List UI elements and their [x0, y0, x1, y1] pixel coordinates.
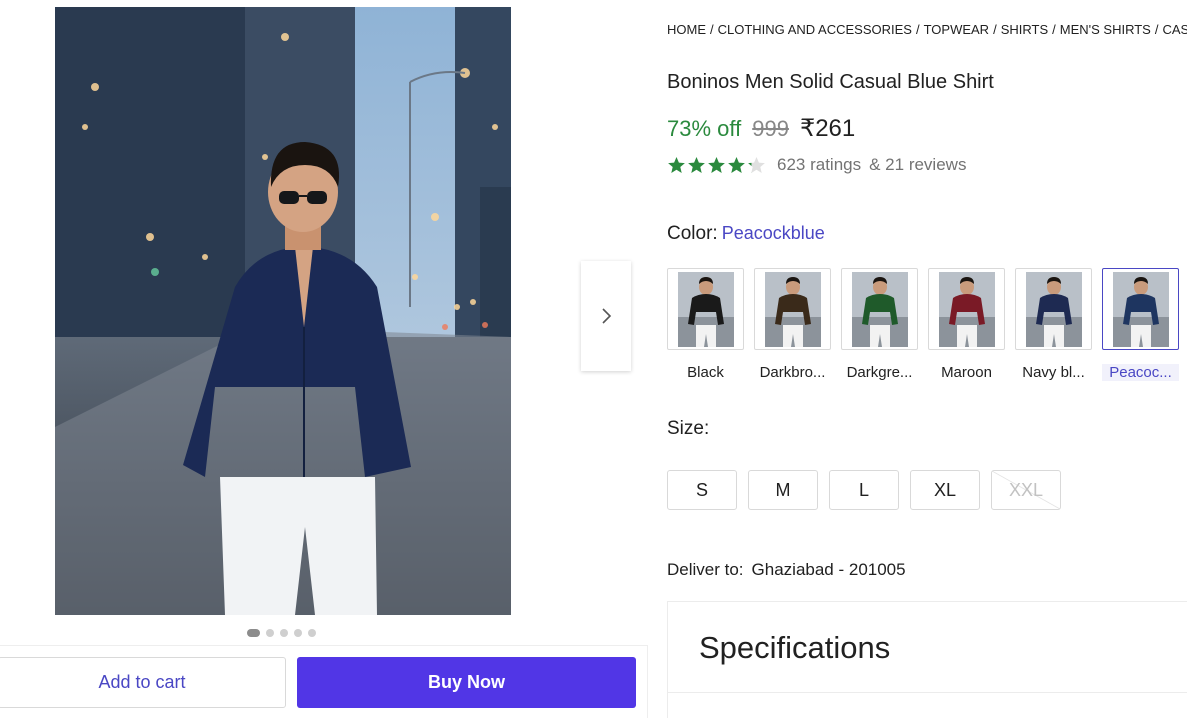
- breadcrumb-separator: /: [915, 22, 920, 37]
- gallery-dot[interactable]: [308, 629, 316, 637]
- gallery-dot[interactable]: [247, 629, 260, 637]
- breadcrumb: HOME / CLOTHING AND ACCESSORIES / TOPWEAR / SH…: [667, 22, 1187, 37]
- discount-percent: 73% off: [667, 116, 742, 141]
- reviews-count: & 21 reviews: [869, 155, 967, 174]
- breadcrumb-item-clothing[interactable]: CLOTHING AND ACCESSORIES: [718, 22, 912, 37]
- product-details: HOME / CLOTHING AND ACCESSORIES / TOPWEAR / SH…: [667, 0, 1187, 718]
- size-option-xxl: XXL: [991, 470, 1061, 510]
- star-icon: [748, 157, 765, 173]
- selected-color-value: Peacockblue: [721, 223, 825, 243]
- breadcrumb-separator: /: [710, 22, 714, 37]
- star-icon: [688, 157, 705, 173]
- breadcrumb-item-topwear[interactable]: TOPWEAR: [924, 22, 990, 37]
- swatch-label: Navy bl...: [1022, 364, 1085, 381]
- color-swatch-darkgreen[interactable]: Darkgre...: [841, 268, 918, 381]
- swatch-thumbnail: [841, 268, 918, 350]
- swatch-thumbnail: [1015, 268, 1092, 350]
- swatch-thumbnail: [667, 268, 744, 350]
- breadcrumb-item-mens-shirts[interactable]: MEN'S SHIRTS: [1060, 22, 1151, 37]
- price-row: 73% off 999 ₹261: [667, 114, 855, 143]
- delivery-label: Deliver to:: [667, 560, 744, 579]
- product-main-image[interactable]: [55, 7, 511, 615]
- delivery-location[interactable]: Deliver to: Ghaziabad - 201005: [667, 560, 906, 580]
- swatch-label: Peacoc...: [1102, 364, 1179, 381]
- specifications-section: Specifications: [667, 601, 1187, 718]
- color-swatch-navyblue[interactable]: Navy bl...: [1015, 268, 1092, 381]
- breadcrumb-separator: /: [993, 22, 997, 37]
- size-heading: Size:: [667, 418, 710, 439]
- swatch-label: Darkbro...: [759, 364, 826, 381]
- size-option-m[interactable]: M: [748, 470, 818, 510]
- breadcrumb-item-shirts[interactable]: SHIRTS: [1001, 22, 1048, 37]
- gallery-pagination: [247, 629, 316, 637]
- rating-summary[interactable]: 623 ratings & 21 reviews: [667, 155, 966, 175]
- gallery-dot[interactable]: [294, 629, 302, 637]
- color-swatch-maroon[interactable]: Maroon: [928, 268, 1005, 381]
- swatch-thumbnail: [754, 268, 831, 350]
- size-option-list: S M L XL XXL: [667, 470, 1061, 510]
- gallery-dot[interactable]: [266, 629, 274, 637]
- size-option-xl[interactable]: XL: [910, 470, 980, 510]
- selling-price: ₹261: [799, 115, 856, 142]
- divider: [668, 692, 1187, 693]
- color-swatch-list: Black Darkbro... Darkgre... Maroon Navy …: [667, 268, 1179, 381]
- purchase-action-bar: Add to cart Buy Now: [0, 645, 648, 718]
- swatch-label: Darkgre...: [846, 364, 913, 381]
- original-price: 999: [752, 116, 789, 141]
- swatch-label: Maroon: [941, 364, 992, 381]
- swatch-thumbnail: [928, 268, 1005, 350]
- color-swatch-black[interactable]: Black: [667, 268, 744, 381]
- star-icon: [668, 157, 685, 173]
- product-gallery: Add to cart Buy Now: [0, 0, 650, 718]
- star-rating: [667, 156, 766, 174]
- color-swatch-darkbrown[interactable]: Darkbro...: [754, 268, 831, 381]
- size-option-l[interactable]: L: [829, 470, 899, 510]
- ratings-count: 623 ratings: [777, 155, 862, 174]
- breadcrumb-separator: /: [1154, 22, 1159, 37]
- size-option-s[interactable]: S: [667, 470, 737, 510]
- star-icon: [728, 157, 745, 173]
- add-to-cart-button[interactable]: Add to cart: [0, 657, 286, 708]
- star-icon: [708, 157, 725, 173]
- color-swatch-peacockblue[interactable]: Peacoc...: [1102, 268, 1179, 381]
- color-heading: Color: Peacockblue: [667, 223, 825, 245]
- swatch-thumbnail: [1102, 268, 1179, 350]
- gallery-dot[interactable]: [280, 629, 288, 637]
- swatch-label: Black: [687, 364, 724, 381]
- chevron-right-icon: [602, 308, 612, 324]
- gallery-next-button[interactable]: [581, 261, 631, 371]
- color-label: Color:: [667, 223, 718, 244]
- breadcrumb-separator: /: [1052, 22, 1056, 37]
- breadcrumb-item-casual-shirts[interactable]: CASUAL SHIRTS: [1162, 22, 1187, 37]
- breadcrumb-item-home[interactable]: HOME: [667, 22, 706, 37]
- delivery-address: Ghaziabad - 201005: [751, 560, 906, 579]
- specifications-heading: Specifications: [699, 630, 891, 665]
- product-title: Boninos Men Solid Casual Blue Shirt: [667, 71, 994, 93]
- buy-now-button[interactable]: Buy Now: [297, 657, 636, 708]
